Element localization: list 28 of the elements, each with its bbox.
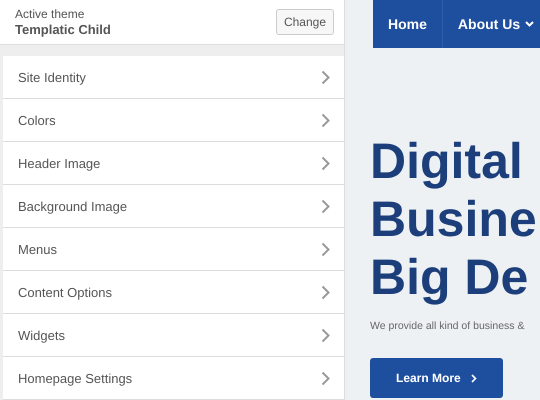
chevron-icon — [321, 328, 330, 342]
change-button[interactable]: Change — [276, 8, 334, 35]
chevron-icon — [321, 198, 330, 214]
theme-caption: Active theme — [15, 6, 86, 21]
section-item[interactable]: Content Options — [3, 271, 344, 314]
hero-heading: Big De — [370, 248, 530, 306]
section-item[interactable]: Widgets — [3, 314, 344, 357]
chevron-icon — [321, 112, 330, 128]
hero-heading: Digital — [370, 132, 524, 190]
chevron-icon — [321, 242, 330, 256]
nav-item[interactable]: About Us — [442, 0, 540, 48]
learn-more-button[interactable]: Learn More — [370, 358, 503, 398]
section-item[interactable]: Colors — [3, 99, 344, 142]
hero-heading: Busine — [370, 190, 538, 248]
theme-name: Templatic Child — [15, 22, 111, 37]
caret-icon — [525, 21, 534, 27]
chevron-icon — [321, 70, 330, 84]
section-item[interactable]: Menus — [3, 228, 344, 271]
section-item[interactable]: Header Image — [3, 142, 344, 185]
section-item[interactable]: Site Identity — [3, 56, 344, 99]
chevron-icon — [470, 374, 477, 382]
chevron-icon — [321, 284, 330, 300]
section-item[interactable]: Homepage Settings — [3, 357, 344, 400]
chevron-icon — [321, 156, 330, 170]
chevron-icon — [321, 370, 330, 386]
section-item[interactable]: Background Image — [3, 185, 344, 228]
hero-tagline: We provide all kind of business & — [370, 320, 526, 332]
nav-item[interactable]: Home — [373, 0, 443, 48]
